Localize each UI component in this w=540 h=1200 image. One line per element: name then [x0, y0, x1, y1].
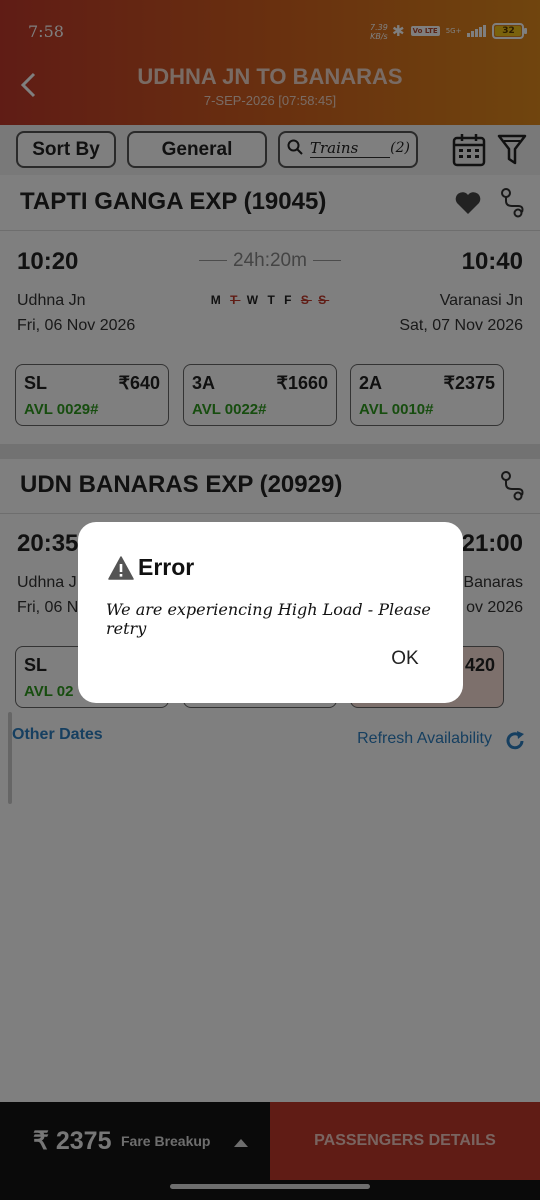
error-dialog: Error We are experiencing High Load - Pl… — [78, 522, 463, 703]
dialog-title: Error — [138, 554, 195, 580]
ok-button[interactable]: OK — [378, 644, 432, 674]
dialog-message: We are experiencing High Load - Please r… — [106, 600, 431, 638]
warning-icon — [108, 556, 134, 580]
